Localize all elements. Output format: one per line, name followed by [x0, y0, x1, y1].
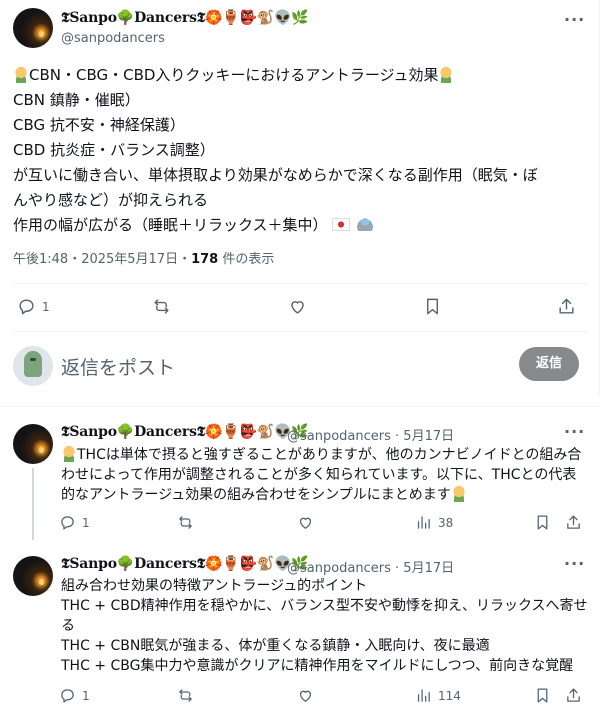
reply-post[interactable]: 𝕿𝐒𝐚𝐧𝐩𝐨🌳𝐃𝐚𝐧𝐜𝐞𝐫𝐬𝕿🏵️🏺👺🐒👽🌿 @sanpodancers · 5…: [0, 546, 600, 712]
reply-post[interactable]: 𝕿𝐒𝐚𝐧𝐩𝐨🌳𝐃𝐚𝐧𝐜𝐞𝐫𝐬𝕿🏵️🏺👺🐒👽🌿 @sanpodancers · 5…: [0, 414, 600, 542]
retweet-button[interactable]: [177, 514, 194, 531]
post-line: CBN・CBG・CBD入りクッキーにおけるアントラージュ効果: [13, 63, 593, 88]
avatar[interactable]: [13, 556, 53, 596]
reply-button[interactable]: 1: [17, 297, 50, 316]
like-button[interactable]: [297, 687, 314, 704]
display-name[interactable]: 𝕿𝐒𝐚𝐧𝐩𝐨🌳𝐃𝐚𝐧𝐜𝐞𝐫𝐬𝕿🏵️🏺👺🐒👽🌿: [61, 10, 309, 26]
post-line: んやり感など）が抑えられる: [13, 191, 209, 209]
reply-body: THCは単体で摂ると強すぎることがありますが、他のカンナビノイドとの組み合 わせ…: [61, 445, 596, 505]
reply-icon: [61, 689, 74, 703]
reply-submit-button[interactable]: 返信: [519, 347, 579, 381]
more-icon[interactable]: ···: [564, 10, 585, 29]
bookmark-icon: [537, 688, 548, 703]
reply-icon: [61, 516, 74, 530]
retweet-button[interactable]: [152, 297, 171, 316]
reply-button[interactable]: 1: [59, 687, 90, 704]
display-name[interactable]: 𝕿𝐒𝐚𝐧𝐩𝐨🌳𝐃𝐚𝐧𝐜𝐞𝐫𝐬𝕿🏵️🏺👺🐒👽🌿: [61, 556, 309, 572]
bookmark-button[interactable]: [423, 297, 442, 316]
ufo-icon: [355, 217, 376, 231]
like-icon: [299, 517, 312, 529]
like-icon: [299, 690, 312, 702]
reply-line: 的なアントラージュ効果の組み合わせをシンプルにまとめます: [61, 485, 596, 505]
share-icon: [559, 298, 574, 314]
japan-flag-icon: [332, 218, 351, 231]
more-icon[interactable]: ···: [564, 554, 585, 573]
post-line: 作用の幅が広がる（睡眠＋リラックス＋集中）: [13, 213, 593, 238]
post-line: CBG 抗不安・神経保護）: [13, 116, 185, 134]
reply-line: 組み合わせ効果の特徴アントラージュ的ポイント: [61, 578, 368, 594]
person-emoji-icon: [450, 485, 467, 502]
reply-icon: [19, 299, 34, 315]
reply-meta[interactable]: @sanpodancers · 5月17日: [287, 557, 454, 576]
reply-button[interactable]: 1: [59, 514, 90, 531]
handle[interactable]: @sanpodancers: [61, 31, 165, 46]
retweet-button[interactable]: [177, 687, 194, 704]
views-button[interactable]: 38: [415, 514, 453, 531]
share-icon: [567, 688, 580, 702]
reply-line: THC + CBD精神作用を穏やかに、バランス型不安や動悸を抑え、リラックスへ寄…: [61, 598, 588, 614]
thread-line: [32, 468, 34, 540]
reply-line: THC + CBN眠気が強まる、体が重くなる鎮静・入眠向け、夜に最適: [61, 638, 490, 654]
reply-line: THC + CBG集中力や意識がクリアに精神作用をマイルドにしつつ、前向きな覚醒: [61, 658, 574, 674]
reply-meta[interactable]: @sanpodancers · 5月17日: [287, 425, 454, 444]
post-timestamp[interactable]: 午後1:48・2025年5月17日・178 件の表示: [13, 248, 274, 267]
analytics-icon: [417, 516, 430, 529]
reply-input[interactable]: 返信をポスト: [61, 353, 175, 380]
like-button[interactable]: [297, 514, 314, 531]
reply-line: わせによって作用が調整されることが多く知られています。以下に、THCとの代表: [61, 467, 577, 483]
display-name[interactable]: 𝕿𝐒𝐚𝐧𝐩𝐨🌳𝐃𝐚𝐧𝐜𝐞𝐫𝐬𝕿🏵️🏺👺🐒👽🌿: [61, 424, 309, 440]
main-post: 𝕿𝐒𝐚𝐧𝐩𝐨🌳𝐃𝐚𝐧𝐜𝐞𝐫𝐬𝕿🏵️🏺👺🐒👽🌿 @sanpodancers ···…: [0, 0, 600, 395]
share-button[interactable]: [565, 514, 582, 531]
post-body: CBN・CBG・CBD入りクッキーにおけるアントラージュ効果 CBN 鎮静・催眠…: [13, 63, 593, 238]
divider: [13, 283, 588, 284]
avatar[interactable]: [13, 8, 53, 48]
like-button[interactable]: [288, 297, 307, 316]
avatar[interactable]: [13, 424, 53, 464]
view-count: 178: [191, 252, 219, 267]
reply-line: る: [61, 618, 75, 634]
share-button[interactable]: [565, 687, 582, 704]
share-button[interactable]: [557, 297, 576, 316]
person-emoji-icon: [13, 66, 29, 83]
views-button[interactable]: 114: [415, 687, 461, 704]
reply-line: THCは単体で摂ると強すぎることがありますが、他のカンナビノイドとの組み合: [61, 445, 596, 465]
person-emoji-icon: [61, 445, 77, 462]
retweet-icon: [154, 299, 169, 314]
bookmark-icon: [427, 298, 438, 315]
analytics-icon: [417, 689, 430, 702]
retweet-icon: [179, 689, 192, 702]
share-icon: [567, 515, 580, 529]
bookmark-button[interactable]: [534, 514, 551, 531]
like-icon: [291, 301, 304, 314]
divider: [0, 406, 600, 407]
retweet-icon: [179, 516, 192, 529]
more-icon[interactable]: ···: [564, 422, 585, 441]
person-emoji-icon: [438, 66, 455, 83]
bookmark-icon: [537, 515, 548, 530]
reply-composer: 返信をポスト 返信: [0, 331, 600, 395]
post-line: CBN 鎮静・催眠）: [13, 91, 140, 109]
avatar[interactable]: [13, 346, 53, 386]
post-line: が互いに働き合い、単体摂取より効果がなめらかで深くなる副作用（眠気・ぼ: [13, 166, 538, 184]
reply-body: 組み合わせ効果の特徴アントラージュ的ポイント THC + CBD精神作用を穏やか…: [61, 576, 596, 676]
bookmark-button[interactable]: [534, 687, 551, 704]
post-line: CBD 抗炎症・バランス調整）: [13, 141, 215, 159]
